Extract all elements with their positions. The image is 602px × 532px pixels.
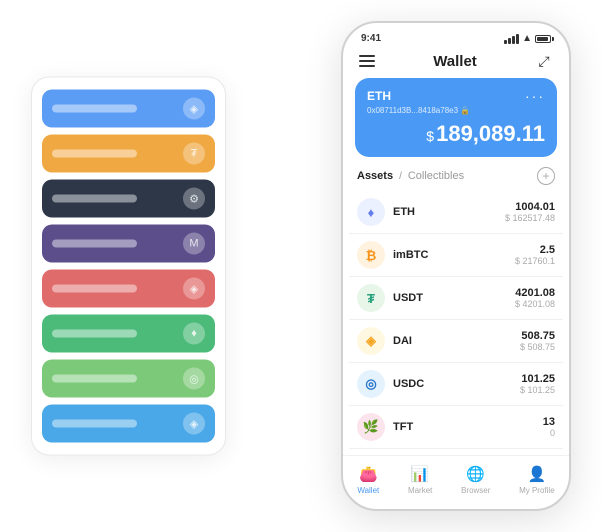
asset-symbol: USDC bbox=[393, 378, 520, 390]
card-icon: ◈ bbox=[183, 278, 205, 300]
asset-logo: ♦ bbox=[357, 198, 385, 226]
stack-card[interactable]: ⚙ bbox=[42, 180, 215, 218]
nav-item-wallet[interactable]: 👛 Wallet bbox=[357, 464, 379, 495]
signal-icon bbox=[504, 34, 519, 44]
card-icon: ♦ bbox=[183, 323, 205, 345]
card-stack: ◈ ₮ ⚙ M ◈ ♦ ◎ ◈ bbox=[31, 77, 226, 456]
scene: ◈ ₮ ⚙ M ◈ ♦ ◎ ◈ 9:41 bbox=[11, 11, 591, 521]
nav-item-browser[interactable]: 🌐 Browser bbox=[461, 464, 490, 495]
stack-card[interactable]: M bbox=[42, 225, 215, 263]
asset-amounts: 101.25 $ 101.25 bbox=[520, 373, 555, 395]
asset-amounts: 13 0 bbox=[543, 416, 555, 438]
stack-card[interactable]: ♦ bbox=[42, 315, 215, 353]
add-asset-button[interactable]: + bbox=[537, 167, 555, 185]
card-line bbox=[52, 330, 137, 338]
asset-symbol: imBTC bbox=[393, 249, 515, 261]
card-line bbox=[52, 420, 137, 428]
assets-tabs: Assets / Collectibles bbox=[357, 170, 464, 182]
asset-logo: ◎ bbox=[357, 370, 385, 398]
asset-symbol: ETH bbox=[393, 206, 505, 218]
phone-header: Wallet ⤢ bbox=[343, 48, 569, 78]
asset-amount: 1004.01 bbox=[505, 201, 555, 213]
asset-logo: ₮ bbox=[357, 284, 385, 312]
eth-card-header: ETH ··· bbox=[367, 88, 545, 104]
eth-card-more[interactable]: ··· bbox=[525, 88, 545, 104]
asset-item[interactable]: ₿ imBTC 2.5 $ 21760.1 bbox=[349, 234, 563, 277]
tab-collectibles[interactable]: Collectibles bbox=[408, 170, 464, 182]
asset-amounts: 4201.08 $ 4201.08 bbox=[515, 287, 555, 309]
nav-item-market[interactable]: 📊 Market bbox=[408, 464, 432, 495]
card-icon: ◈ bbox=[183, 413, 205, 435]
asset-item[interactable]: 🌿 TFT 13 0 bbox=[349, 406, 563, 449]
status-right: ▲ bbox=[504, 33, 551, 44]
asset-usd: $ 101.25 bbox=[520, 385, 555, 395]
bottom-nav: 👛 Wallet 📊 Market 🌐 Browser 👤 My Profile bbox=[343, 455, 569, 509]
page-title: Wallet bbox=[433, 53, 477, 70]
asset-symbol: TFT bbox=[393, 421, 543, 433]
asset-amount: 2.5 bbox=[515, 244, 555, 256]
asset-amount: 508.75 bbox=[520, 330, 555, 342]
card-line bbox=[52, 375, 137, 383]
asset-logo: ◈ bbox=[357, 327, 385, 355]
stack-card[interactable]: ◈ bbox=[42, 270, 215, 308]
asset-symbol: DAI bbox=[393, 335, 520, 347]
card-line bbox=[52, 285, 137, 293]
stack-card[interactable]: ◈ bbox=[42, 405, 215, 443]
card-icon: ⚙ bbox=[183, 188, 205, 210]
nav-icon: 👤 bbox=[527, 464, 547, 484]
tab-assets[interactable]: Assets bbox=[357, 170, 393, 182]
asset-usd: 0 bbox=[543, 428, 555, 438]
stack-card[interactable]: ◈ bbox=[42, 90, 215, 128]
expand-icon[interactable]: ⤢ bbox=[535, 52, 553, 70]
card-icon: ◎ bbox=[183, 368, 205, 390]
assets-header: Assets / Collectibles + bbox=[343, 157, 569, 191]
card-line bbox=[52, 150, 137, 158]
phone: 9:41 ▲ Wallet ⤢ bbox=[341, 21, 571, 511]
stack-card[interactable]: ₮ bbox=[42, 135, 215, 173]
card-line bbox=[52, 195, 137, 203]
asset-amounts: 508.75 $ 508.75 bbox=[520, 330, 555, 352]
nav-label: Browser bbox=[461, 486, 490, 495]
asset-amount: 4201.08 bbox=[515, 287, 555, 299]
asset-usd: $ 4201.08 bbox=[515, 299, 555, 309]
asset-item[interactable]: ◈ DAI 508.75 $ 508.75 bbox=[349, 320, 563, 363]
tab-divider: / bbox=[399, 171, 402, 182]
asset-usd: $ 508.75 bbox=[520, 342, 555, 352]
nav-label: Market bbox=[408, 486, 432, 495]
asset-usd: $ 21760.1 bbox=[515, 256, 555, 266]
asset-item[interactable]: ₮ USDT 4201.08 $ 4201.08 bbox=[349, 277, 563, 320]
card-line bbox=[52, 105, 137, 113]
wifi-icon: ▲ bbox=[522, 33, 532, 44]
status-time: 9:41 bbox=[361, 33, 381, 44]
asset-amount: 101.25 bbox=[520, 373, 555, 385]
status-bar: 9:41 ▲ bbox=[343, 23, 569, 48]
nav-label: My Profile bbox=[519, 486, 555, 495]
asset-usd: $ 162517.48 bbox=[505, 213, 555, 223]
card-icon: ₮ bbox=[183, 143, 205, 165]
asset-symbol: USDT bbox=[393, 292, 515, 304]
asset-amounts: 2.5 $ 21760.1 bbox=[515, 244, 555, 266]
nav-icon: 📊 bbox=[410, 464, 430, 484]
stack-card[interactable]: ◎ bbox=[42, 360, 215, 398]
card-icon: M bbox=[183, 233, 205, 255]
card-line bbox=[52, 240, 137, 248]
battery-icon bbox=[535, 35, 551, 43]
nav-item-my-profile[interactable]: 👤 My Profile bbox=[519, 464, 555, 495]
nav-icon: 🌐 bbox=[466, 464, 486, 484]
eth-card-symbol: ETH bbox=[367, 89, 391, 103]
eth-card: ETH ··· 0x08711d3B...8418a78e3 🔒 $189,08… bbox=[355, 78, 557, 157]
eth-card-balance: $189,089.11 bbox=[367, 121, 545, 147]
nav-icon: 👛 bbox=[358, 464, 378, 484]
card-icon: ◈ bbox=[183, 98, 205, 120]
nav-label: Wallet bbox=[357, 486, 379, 495]
asset-amount: 13 bbox=[543, 416, 555, 428]
asset-amounts: 1004.01 $ 162517.48 bbox=[505, 201, 555, 223]
menu-button[interactable] bbox=[359, 55, 375, 67]
asset-logo: 🌿 bbox=[357, 413, 385, 441]
eth-card-address: 0x08711d3B...8418a78e3 🔒 bbox=[367, 106, 545, 115]
asset-logo: ₿ bbox=[357, 241, 385, 269]
asset-item[interactable]: ◎ USDC 101.25 $ 101.25 bbox=[349, 363, 563, 406]
asset-item[interactable]: ♦ ETH 1004.01 $ 162517.48 bbox=[349, 191, 563, 234]
asset-list: ♦ ETH 1004.01 $ 162517.48 ₿ imBTC 2.5 $ … bbox=[343, 191, 569, 455]
